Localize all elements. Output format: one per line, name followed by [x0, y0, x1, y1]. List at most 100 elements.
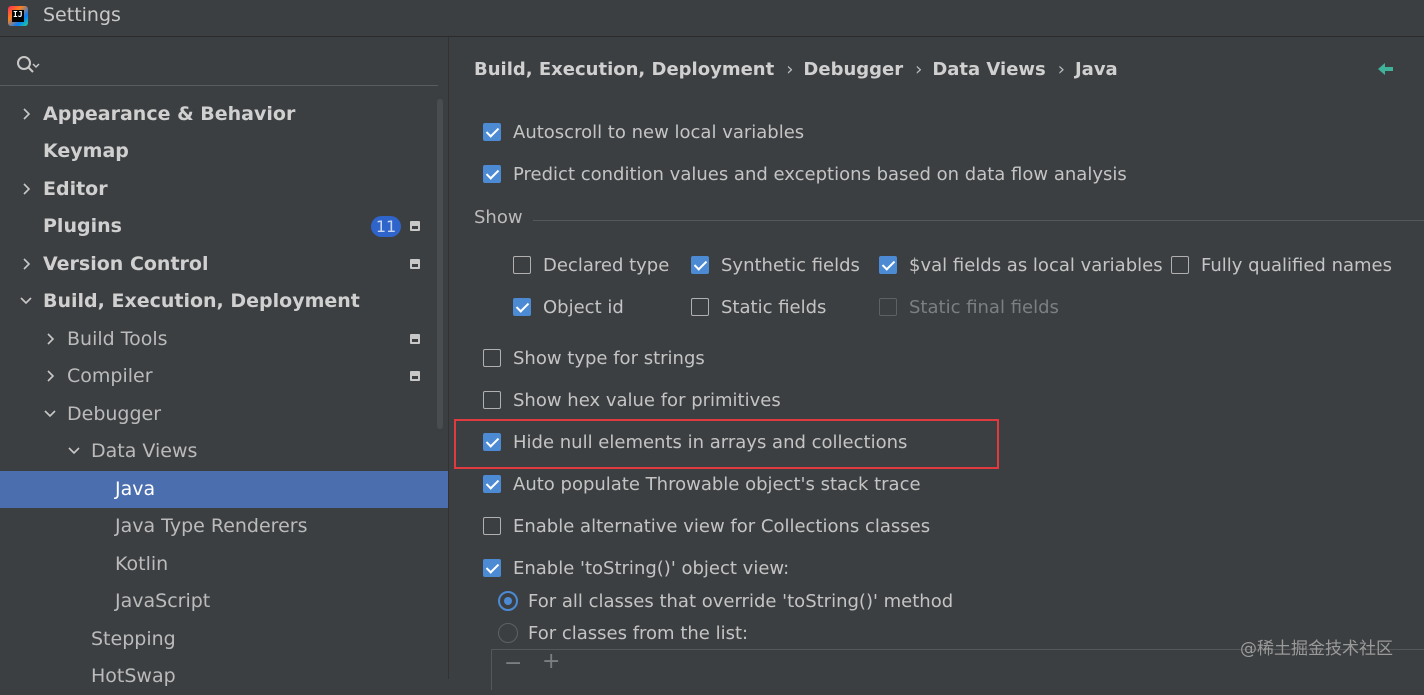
- settings-search-input[interactable]: [0, 49, 438, 86]
- window-title: Settings: [43, 4, 121, 26]
- sidebar-item-appearance-behavior[interactable]: Appearance & Behavior: [0, 96, 448, 133]
- sidebar-item-label: Build Tools: [67, 328, 168, 350]
- checkbox-label: Static fields: [721, 297, 827, 318]
- sidebar-item-build-execution-deployment[interactable]: Build, Execution, Deployment: [0, 283, 448, 320]
- sidebar-item-label: Appearance & Behavior: [43, 103, 296, 125]
- chevron-right-icon: [23, 258, 31, 270]
- checkbox-label: Enable alternative view for Collections …: [513, 516, 931, 537]
- checkbox-label: Autoscroll to new local variables: [513, 122, 805, 143]
- checkbox-icon: [483, 349, 501, 367]
- checkbox-icon: [879, 298, 897, 316]
- sidebar-item-label: Kotlin: [115, 553, 169, 575]
- settings-content: Build, Execution, Deployment › Debugger › Da…: [449, 37, 1424, 690]
- sidebar-item-plugins[interactable]: Plugins 11: [0, 208, 448, 245]
- sidebar-item-label: Version Control: [43, 253, 209, 275]
- sidebar-item-label: Data Views: [91, 440, 198, 462]
- checkbox-icon: [513, 298, 531, 316]
- chevron-down-icon: [44, 410, 56, 418]
- sidebar-item-label: Keymap: [43, 140, 129, 162]
- checkbox-icon: [483, 559, 501, 577]
- add-icon[interactable]: +: [542, 649, 560, 674]
- chevron-right-icon: [47, 370, 55, 382]
- chevron-right-icon: [23, 108, 31, 120]
- sidebar-item-label: Editor: [43, 178, 108, 200]
- sidebar-item-javascript[interactable]: JavaScript: [0, 583, 448, 620]
- sidebar-item-data-views[interactable]: Data Views: [0, 433, 448, 470]
- intellij-logo-icon: IJ: [8, 6, 28, 26]
- checkbox-icon: [483, 165, 501, 183]
- sidebar-item-label: Java Type Renderers: [115, 515, 308, 537]
- sidebar-item-label: Plugins: [43, 215, 122, 237]
- sidebar-item-label: Stepping: [91, 628, 176, 650]
- sidebar-item-java-type-renderers[interactable]: Java Type Renderers: [0, 508, 448, 545]
- checkbox-icon: [513, 256, 531, 274]
- checkbox-label: Declared type: [543, 255, 670, 276]
- checkbox-icon: [483, 123, 501, 141]
- breadcrumb-separator-icon: ›: [915, 59, 923, 80]
- checkbox-icon: [483, 517, 501, 535]
- breadcrumb-separator-icon: ›: [1057, 59, 1065, 80]
- sidebar-item-kotlin[interactable]: Kotlin: [0, 546, 448, 583]
- radio-icon: [498, 591, 518, 611]
- checkbox-label: Show type for strings: [513, 348, 705, 369]
- sidebar-item-label: HotSwap: [91, 665, 176, 687]
- project-level-icon: [410, 334, 420, 344]
- sidebar-item-hotswap[interactable]: HotSwap: [0, 658, 448, 695]
- sidebar-item-build-tools[interactable]: Build Tools: [0, 321, 448, 358]
- breadcrumb-item[interactable]: Build, Execution, Deployment: [474, 59, 774, 80]
- breadcrumb-item[interactable]: Debugger: [803, 59, 903, 80]
- checkbox-icon: [691, 256, 709, 274]
- breadcrumb-item[interactable]: Data Views: [932, 59, 1045, 80]
- project-level-icon: [410, 221, 420, 231]
- checkbox-label: Synthetic fields: [721, 255, 860, 276]
- chevron-right-icon: [23, 183, 31, 195]
- sidebar-item-label: Java: [115, 478, 156, 500]
- sidebar-scrollbar[interactable]: [437, 99, 443, 429]
- sidebar-item-compiler[interactable]: Compiler: [0, 358, 448, 395]
- checkbox-label: Show hex value for primitives: [513, 390, 781, 411]
- sidebar-item-version-control[interactable]: Version Control: [0, 246, 448, 283]
- sidebar-item-java[interactable]: Java: [0, 471, 448, 508]
- checkbox-icon: [483, 433, 501, 451]
- show-section-title: Show: [474, 207, 523, 228]
- sidebar-item-editor[interactable]: Editor: [0, 171, 448, 208]
- sidebar-item-label: JavaScript: [115, 590, 211, 612]
- checkbox-label: Enable 'toString()' object view:: [513, 558, 790, 579]
- project-level-icon: [410, 371, 420, 381]
- checkbox-icon: [691, 298, 709, 316]
- checkbox-label: Auto populate Throwable object's stack t…: [513, 474, 921, 495]
- checkbox-label: Fully qualified names: [1201, 255, 1393, 276]
- plugins-update-badge: 11: [371, 216, 401, 237]
- checkbox-icon: [483, 391, 501, 409]
- radio-label: For classes from the list:: [528, 623, 749, 644]
- checkbox-icon: [483, 475, 501, 493]
- checkbox-label: Static final fields: [909, 297, 1059, 318]
- watermark: @稀土掘金技术社区: [1240, 639, 1393, 659]
- project-level-icon: [410, 259, 420, 269]
- radio-icon: [498, 623, 518, 643]
- chevron-right-icon: [47, 333, 55, 345]
- checkbox-label: Predict condition values and exceptions …: [513, 164, 1127, 185]
- settings-sidebar: Appearance & Behavior Keymap Editor Plug…: [0, 37, 448, 687]
- chevron-down-icon: [68, 447, 80, 455]
- title-bar: IJ Settings: [0, 0, 1424, 37]
- sidebar-item-keymap[interactable]: Keymap: [0, 133, 448, 170]
- sidebar-item-label: Build, Execution, Deployment: [43, 290, 360, 312]
- search-icon: [17, 56, 40, 73]
- checkbox-label: Hide null elements in arrays and collect…: [513, 432, 908, 453]
- chevron-down-icon: [20, 297, 32, 305]
- breadcrumb-item: Java: [1074, 59, 1118, 80]
- checkbox-icon: [1171, 256, 1189, 274]
- sidebar-item-label: Compiler: [67, 365, 153, 387]
- radio-label: For all classes that override 'toString(…: [528, 591, 954, 612]
- checkbox-icon: [879, 256, 897, 274]
- remove-icon[interactable]: −: [504, 651, 522, 676]
- sidebar-item-debugger[interactable]: Debugger: [0, 396, 448, 433]
- sidebar-item-label: Debugger: [67, 403, 162, 425]
- checkbox-label: $val fields as local variables: [909, 255, 1163, 276]
- section-divider: [533, 220, 1424, 221]
- checkbox-label: Object id: [543, 297, 624, 318]
- sidebar-item-stepping[interactable]: Stepping: [0, 621, 448, 658]
- breadcrumb-separator-icon: ›: [786, 59, 794, 80]
- back-arrow-icon[interactable]: [1377, 61, 1395, 77]
